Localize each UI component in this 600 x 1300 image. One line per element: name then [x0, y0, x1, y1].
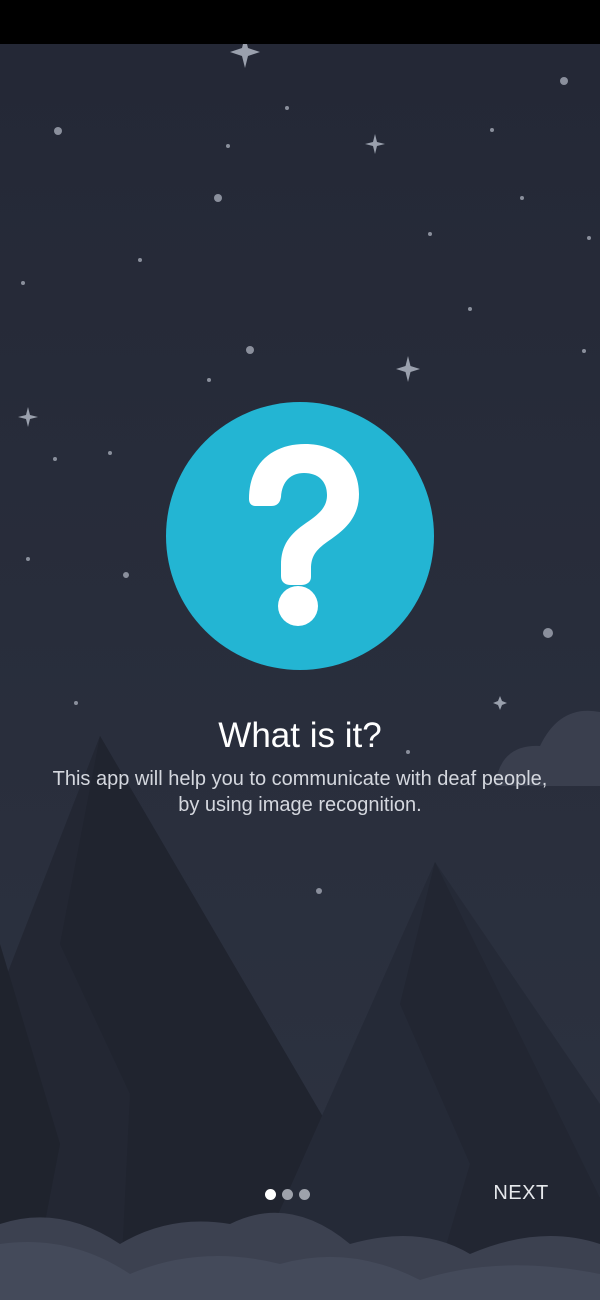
question-mark-icon [166, 402, 434, 670]
night-sky-background [0, 44, 600, 1300]
page-dot-1[interactable] [265, 1188, 276, 1200]
status-bar [0, 0, 600, 44]
onboarding-screen: What is it? This app will help you to co… [0, 44, 600, 1300]
onboarding-title: What is it? [218, 716, 382, 755]
page-indicator [265, 1187, 325, 1201]
onboarding-description: This app will help you to communicate wi… [52, 768, 548, 816]
next-button[interactable]: NEXT [478, 1175, 564, 1211]
page-dot-3[interactable] [299, 1188, 310, 1200]
page-dot-2[interactable] [282, 1188, 293, 1200]
